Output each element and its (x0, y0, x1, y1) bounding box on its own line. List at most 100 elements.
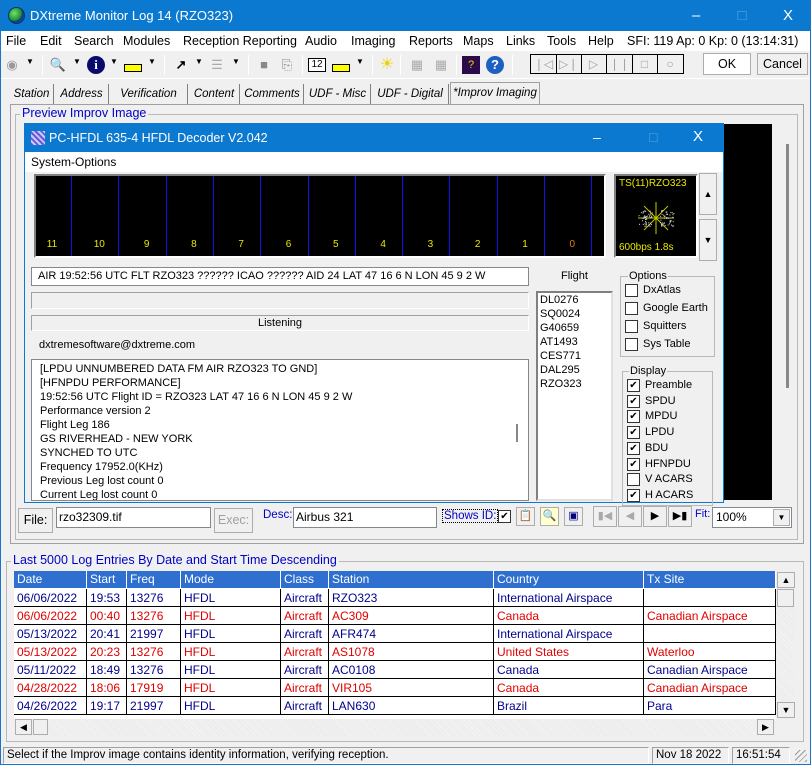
scroll-thumb[interactable] (777, 589, 794, 607)
table-row[interactable]: 05/13/2022 20:41 21997 HFDL Aircraft AFR474 In… (14, 625, 776, 643)
menu-file[interactable]: File (6, 34, 26, 48)
menu-edit[interactable]: Edit (40, 34, 62, 48)
hscroll-thumb[interactable] (33, 719, 48, 735)
table-row[interactable]: 04/26/2022 19:17 21997 HFDL Aircraft LAN630 Br… (14, 697, 776, 715)
decoder-app-icon (31, 131, 45, 145)
grid-icon[interactable]: ▦ (408, 56, 426, 74)
tab-improv-imaging[interactable]: *Improv Imaging (450, 82, 540, 104)
tab-address[interactable]: Address (55, 84, 109, 104)
column-header-class[interactable]: Class (281, 571, 329, 588)
chevron-down-icon[interactable]: ▼ (773, 509, 790, 526)
display-label: Display (629, 365, 668, 377)
pause-button[interactable]: ❘❘ (607, 55, 633, 73)
radio-icon[interactable] (124, 56, 142, 74)
last-image-button[interactable]: ▶▮ (668, 506, 692, 527)
column-header-station[interactable]: Station (329, 571, 494, 588)
menu-audio[interactable]: Audio (305, 34, 337, 48)
info-dropdown[interactable]: ▼ (110, 57, 118, 66)
prev-image-button[interactable]: ◀ (618, 506, 642, 527)
tab-udf-digital[interactable]: UDF - Digital (372, 84, 449, 104)
table-cell: HFDL (181, 643, 281, 661)
search-dropdown[interactable]: ▼ (73, 57, 81, 66)
next-image-button[interactable]: ▶ (643, 506, 667, 527)
menu-reception-reporting[interactable]: Reception Reporting (183, 34, 297, 48)
play-button[interactable]: ▷ (581, 55, 607, 73)
column-header-start[interactable]: Start (87, 571, 127, 588)
column-header-mode[interactable]: Mode (181, 571, 281, 588)
tab-verification[interactable]: Verification (110, 84, 188, 104)
description-field[interactable]: Airbus 321 (293, 507, 437, 528)
table-row[interactable]: 05/11/2022 18:49 13276 HFDL Aircraft AC0108 Ca… (14, 661, 776, 679)
table-row[interactable]: 06/06/2022 00:40 13276 HFDL Aircraft AC309 Can… (14, 607, 776, 625)
file-name-field[interactable]: rzo32309.tif (56, 507, 211, 528)
menu-reports[interactable]: Reports (409, 34, 453, 48)
tab-content[interactable]: Content (189, 84, 240, 104)
log-vertical-scrollbar[interactable]: ▲ ▼ (776, 571, 795, 719)
ok-button[interactable]: OK (703, 53, 751, 75)
display-option-label: HFNPDU (645, 457, 691, 470)
table-row[interactable]: 06/06/2022 19:53 13276 HFDL Aircraft RZO323 In… (14, 589, 776, 607)
menu-search[interactable]: Search (74, 34, 114, 48)
cancel-button[interactable]: Cancel (757, 53, 808, 75)
radio-dropdown[interactable]: ▼ (148, 57, 156, 66)
scroll-left-icon[interactable]: ◀ (15, 719, 32, 735)
sun-icon[interactable]: ☀ (378, 56, 396, 74)
maximize-button[interactable]: □ (719, 0, 765, 31)
copy-image-button[interactable]: 📋 (516, 507, 535, 526)
tab-comments[interactable]: Comments (241, 84, 304, 104)
menu-imaging[interactable]: Imaging (351, 34, 395, 48)
menu-maps[interactable]: Maps (463, 34, 494, 48)
cursor-icon[interactable]: ↗ (172, 56, 190, 74)
tab-udf-misc[interactable]: UDF - Misc (305, 84, 371, 104)
menu-links[interactable]: Links (506, 34, 535, 48)
menu-modules[interactable]: Modules (123, 34, 170, 48)
list-dropdown[interactable]: ▼ (232, 57, 240, 66)
fullscreen-image-button[interactable]: ▣ (564, 507, 583, 526)
table-row[interactable]: 04/28/2022 18:06 17919 HFDL Aircraft VIR105 Ca… (14, 679, 776, 697)
skip-back-button[interactable]: ❘◁ (531, 55, 557, 73)
info-icon[interactable]: i (87, 56, 105, 74)
calendar-icon[interactable]: 12 (308, 58, 326, 72)
column-header-date[interactable]: Date (14, 571, 87, 588)
shows-id-checkbox[interactable]: ✔ (498, 510, 511, 523)
shows-id-label[interactable]: Shows ID: (442, 509, 499, 523)
record-button[interactable]: ○ (657, 55, 683, 73)
radio-signal-dropdown[interactable]: ▼ (356, 57, 364, 66)
constellation-point (646, 218, 648, 220)
menu-tools[interactable]: Tools (547, 34, 576, 48)
file-button[interactable]: File: (18, 508, 53, 533)
slot-divider (402, 176, 404, 256)
zoom-image-button[interactable]: 🔍 (540, 507, 559, 526)
resize-grip-icon[interactable] (795, 750, 807, 762)
scroll-up-icon[interactable]: ▲ (777, 572, 795, 588)
tab-station[interactable]: Station (10, 84, 54, 104)
book-icon[interactable]: ? (462, 56, 480, 74)
scroll-down-icon[interactable]: ▼ (777, 702, 795, 718)
menu-help[interactable]: Help (588, 34, 614, 48)
print-icon[interactable]: ⎘ (278, 56, 296, 74)
fit-select[interactable]: 100% ▼ (712, 507, 792, 528)
close-button[interactable]: X (765, 0, 811, 31)
column-header-country[interactable]: Country (494, 571, 644, 588)
search-document-icon[interactable]: 🔍 (49, 56, 67, 74)
stop-button[interactable]: □ (632, 55, 658, 73)
minimize-button[interactable]: – (673, 0, 719, 31)
log-horizontal-scrollbar[interactable]: ◀ ▶ (14, 719, 776, 736)
table-row[interactable]: 05/13/2022 20:23 13276 HFDL Aircraft AS1078 Un… (14, 643, 776, 661)
list-icon[interactable]: ☰ (208, 56, 226, 74)
column-header-tx-site[interactable]: Tx Site (644, 571, 776, 588)
preview-scrollbar[interactable] (786, 144, 789, 388)
skip-forward-button[interactable]: ▷❘ (556, 55, 582, 73)
column-header-freq[interactable]: Freq (127, 571, 181, 588)
cursor-dropdown[interactable]: ▼ (195, 57, 203, 66)
first-image-button[interactable]: ▮◀ (593, 506, 617, 527)
binoculars-icon[interactable]: ◉ (3, 56, 21, 74)
table-cell: Para (644, 697, 776, 715)
help-icon[interactable]: ? (486, 56, 504, 74)
radio-signal-icon[interactable] (332, 56, 350, 74)
binoculars-dropdown[interactable]: ▼ (26, 57, 34, 66)
stop-record-icon[interactable]: ■ (255, 56, 273, 74)
grid2-icon[interactable]: ▦ (432, 56, 450, 74)
scroll-right-icon[interactable]: ▶ (757, 719, 774, 735)
toolbar-separator (42, 55, 43, 75)
